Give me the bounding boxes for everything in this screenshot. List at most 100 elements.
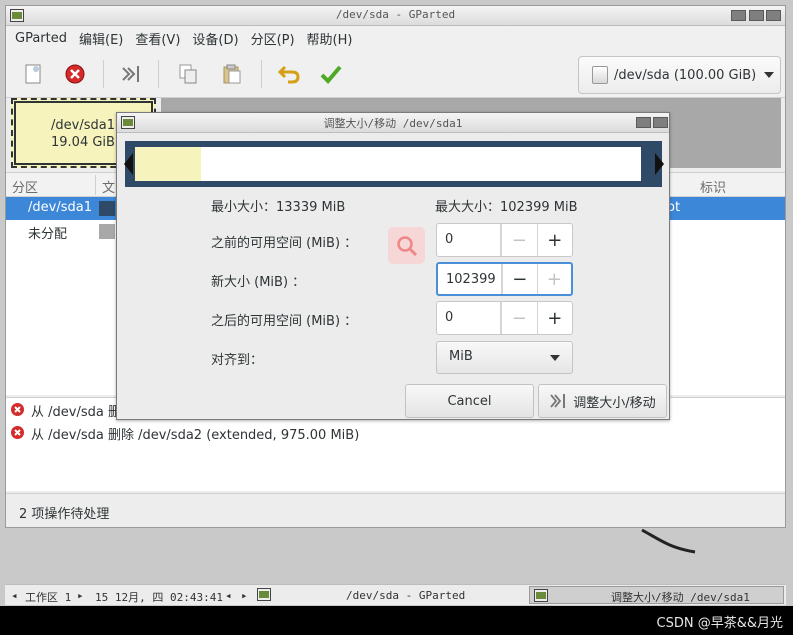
delete-icon (65, 64, 85, 84)
delete-icon (11, 403, 24, 416)
main-window-title: /dev/sda - GParted (335, 8, 456, 21)
operation-text: 从 /dev/sda 删 (31, 405, 121, 420)
menu-help[interactable]: 帮助(H) (301, 29, 359, 48)
app-window-icon (257, 588, 271, 601)
toolbar-separator (103, 60, 104, 88)
resize-icon (122, 66, 139, 82)
column-separator (95, 175, 96, 195)
diskmap-partition-size: 19.04 GiB (51, 135, 115, 150)
resize-right-handle[interactable] (655, 153, 664, 175)
main-titlebar[interactable]: /dev/sda - GParted (6, 6, 785, 26)
copy-button[interactable] (175, 61, 201, 87)
increment-button[interactable]: + (536, 264, 572, 294)
device-selector-label: /dev/sda (100.00 GiB) (614, 67, 757, 83)
taskbar-item-gparted[interactable]: /dev/sda - GParted (346, 589, 465, 602)
menu-view[interactable]: 查看(V) (129, 29, 186, 48)
toolbar-separator (158, 60, 159, 88)
taskbar-item-resize-dialog[interactable]: 调整大小/移动 /dev/sda1 (529, 586, 784, 604)
close-button[interactable] (766, 10, 781, 21)
max-size-label: 最大大小：102399 MiB (435, 200, 578, 215)
clock: 15 12月, 四 02:43:41 (95, 591, 223, 604)
align-select[interactable]: MiB (436, 341, 573, 374)
resize-move-button[interactable] (118, 61, 144, 87)
chevron-down-icon (764, 72, 775, 78)
new-size-label: 新大小 (MiB) ： (211, 275, 306, 290)
partition-name: 未分配 (28, 227, 68, 242)
workspace-next-arrow[interactable]: ▸ (77, 589, 84, 602)
wallpaper-decoration (641, 528, 696, 554)
app-window-icon (534, 589, 548, 602)
partition-name: /dev/sda1 (28, 200, 92, 215)
resize-left-handle[interactable] (124, 153, 133, 175)
dialog-minimize-button[interactable] (636, 117, 651, 128)
resize-move-dialog: 调整大小/移动 /dev/sda1 最小大小：13339 MiB 最大大小：10… (116, 112, 670, 420)
resize-move-button-label: 调整大小/移动 (573, 395, 656, 411)
dialog-title: 调整大小/移动 /dev/sda1 (323, 117, 463, 130)
watermark: CSDN @早茶&&月光 (656, 616, 783, 631)
free-after-input[interactable]: 0 (437, 302, 501, 334)
delete-partition-button[interactable] (62, 61, 88, 87)
undo-button[interactable] (276, 61, 302, 87)
decrement-button[interactable]: − (501, 302, 537, 334)
menu-edit[interactable]: 编辑(E) (73, 29, 129, 48)
free-before-input[interactable]: 0 (437, 224, 501, 256)
pending-operations-count: 2 项操作待处理 (19, 507, 110, 522)
free-after-label: 之后的可用空间 (MiB) ： (211, 314, 358, 329)
resize-icon (550, 394, 566, 408)
dialog-close-button[interactable] (653, 117, 668, 128)
free-before-stepper[interactable]: 0 − + (436, 223, 573, 257)
search-icon (388, 227, 425, 264)
list-item[interactable]: 从 /dev/sda 删除 /dev/sda2 (extended, 975.0… (6, 421, 785, 444)
menu-gparted[interactable]: GParted (9, 31, 73, 46)
decrement-button[interactable]: − (501, 224, 537, 256)
taskbar-item-label: 调整大小/移动 /dev/sda1 (611, 591, 750, 604)
maximize-button[interactable] (749, 10, 764, 21)
diskmap-partition-name: /dev/sda1 (51, 118, 115, 133)
min-size-label: 最小大小：13339 MiB (211, 200, 346, 215)
column-header-flags[interactable]: 标识 (700, 177, 726, 196)
task-prev-arrow[interactable]: ◂ (225, 589, 232, 602)
menubar: GParted 编辑(E) 查看(V) 设备(D) 分区(P) 帮助(H) (6, 26, 785, 50)
paste-button[interactable] (219, 61, 245, 87)
task-next-arrow[interactable]: ▸ (241, 589, 248, 602)
paste-icon (223, 64, 241, 84)
new-document-icon (25, 64, 41, 84)
copy-icon (179, 64, 197, 84)
menu-device[interactable]: 设备(D) (186, 29, 244, 48)
cancel-button[interactable]: Cancel (405, 384, 534, 418)
new-size-stepper[interactable]: 102399 − + (436, 262, 573, 296)
workspace-prev-arrow[interactable]: ◂ (11, 589, 18, 602)
status-bar: 2 项操作待处理 (6, 493, 785, 527)
dialog-titlebar[interactable]: 调整大小/移动 /dev/sda1 (117, 113, 669, 133)
resizer-free-space (135, 147, 641, 181)
decrement-button[interactable]: − (502, 264, 537, 294)
workspace-label[interactable]: 工作区 1 (25, 589, 71, 605)
operation-text: 从 /dev/sda 删除 /dev/sda2 (extended, 975.0… (31, 428, 360, 443)
menu-partition[interactable]: 分区(P) (245, 29, 301, 48)
partition-resizer-graphic[interactable] (124, 141, 664, 187)
cancel-button-label: Cancel (447, 393, 492, 409)
align-label: 对齐到： (211, 353, 264, 368)
apply-button[interactable] (318, 61, 344, 87)
filesystem-color-swatch (99, 224, 115, 239)
device-selector[interactable]: /dev/sda (100.00 GiB) (578, 56, 781, 94)
filesystem-color-swatch (99, 201, 115, 216)
minimize-button[interactable] (731, 10, 746, 21)
taskbar: ◂ 工作区 1 ▸ 15 12月, 四 02:43:41 ◂ ▸ /dev/sd… (5, 584, 786, 605)
new-size-input[interactable]: 102399 (438, 264, 502, 294)
increment-button[interactable]: + (536, 302, 573, 334)
increment-button[interactable]: + (536, 224, 573, 256)
free-before-label: 之前的可用空间 (MiB) ： (211, 236, 358, 251)
toolbar-separator (261, 60, 262, 88)
free-after-stepper[interactable]: 0 − + (436, 301, 573, 335)
column-header-filesystem[interactable]: 文 (102, 177, 115, 196)
disk-icon (592, 66, 608, 84)
align-select-value: MiB (449, 349, 473, 364)
toolbar: /dev/sda (100.00 GiB) (6, 50, 785, 98)
resizer-used-space (135, 147, 201, 181)
resize-move-confirm-button[interactable]: 调整大小/移动 (538, 384, 667, 418)
new-partition-button[interactable] (20, 61, 46, 87)
column-header-partition[interactable]: 分区 (12, 177, 38, 196)
checkmark-icon (320, 65, 342, 84)
chevron-down-icon (550, 355, 560, 361)
